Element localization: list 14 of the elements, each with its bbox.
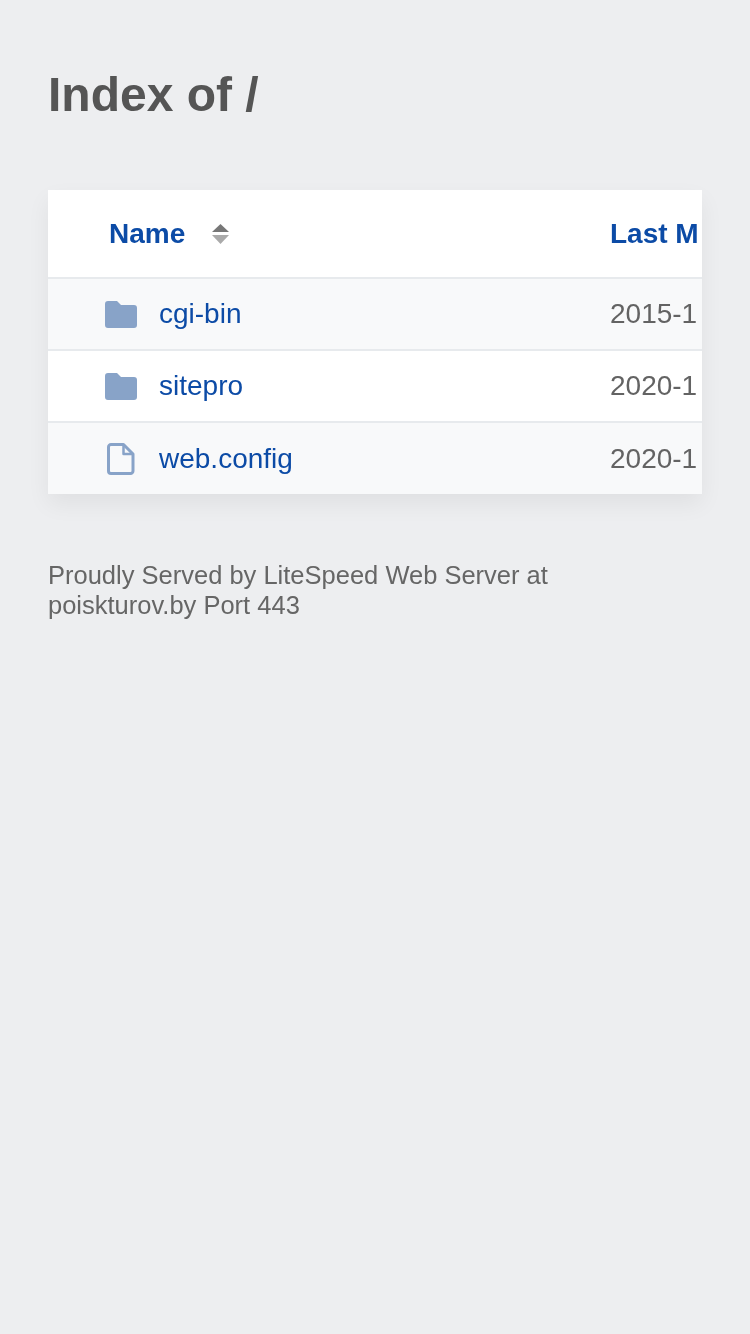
folder-link[interactable]: cgi-bin [159,297,242,331]
sort-icon[interactable] [212,223,230,244]
folder-icon [105,372,137,400]
server-footer-text: Proudly Served by LiteSpeed Web Server at poiskturov.by Port 443 [48,560,549,620]
column-header-link[interactable]: Last M [610,216,699,251]
file-link[interactable]: web.config [159,441,293,476]
folder-link[interactable]: sitepro [159,369,244,403]
folder-icon [105,300,137,328]
page-title: Index of / [48,67,260,123]
column-header-link[interactable]: Name [109,216,186,251]
file-icon [107,442,135,475]
date-cell: 2020-1 [610,442,698,474]
date-cell: 2020-1 [610,370,698,402]
date-cell: 2015-1 [610,298,698,330]
